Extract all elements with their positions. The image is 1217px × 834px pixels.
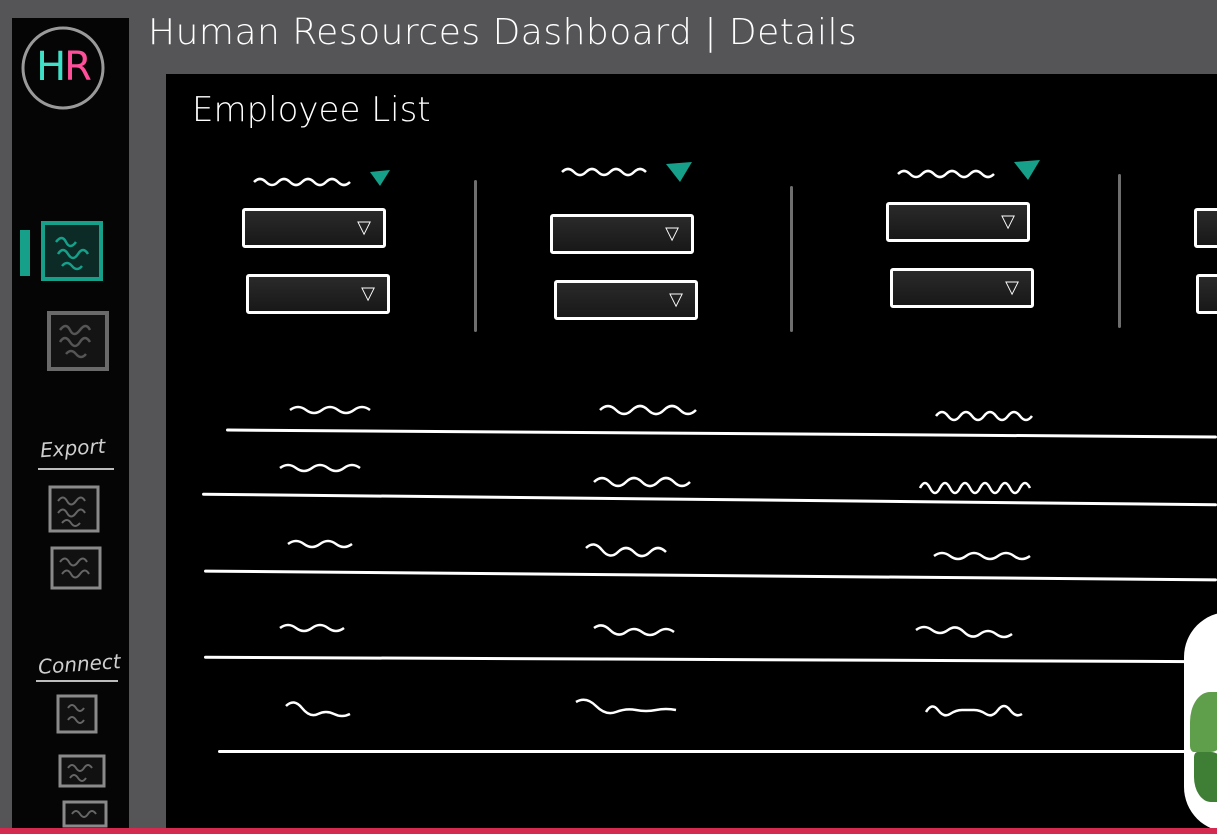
page-title: Human Resources Dashboard | Details <box>148 12 858 53</box>
export-label: Export <box>39 433 107 463</box>
caret-down-icon: ▽ <box>361 283 375 304</box>
nav-item-active[interactable] <box>40 220 104 282</box>
table-cell <box>286 534 362 554</box>
logo: H R <box>18 24 108 110</box>
connect-item-2[interactable] <box>58 754 106 788</box>
presenter-avatar <box>1184 612 1217 832</box>
connect-item-1[interactable] <box>56 694 98 734</box>
bottom-accent-bar <box>0 828 1217 834</box>
table-cell <box>918 474 1036 498</box>
table-row-divider <box>218 750 1217 753</box>
connect-underline <box>36 680 118 682</box>
filter-label-scribble <box>252 166 392 190</box>
accent-triangle-icon <box>666 162 692 182</box>
table-row-divider <box>226 428 1217 439</box>
scribble-icon <box>56 694 98 734</box>
logo-letter-h: H <box>36 44 66 90</box>
table-cell <box>284 698 356 720</box>
export-underline <box>38 468 114 470</box>
column-divider <box>1118 174 1121 328</box>
table-row-divider <box>202 492 1217 507</box>
filter-dropdown[interactable] <box>1196 274 1217 314</box>
filter-label-scribble <box>560 160 700 184</box>
caret-down-icon: ▽ <box>1005 277 1019 298</box>
caret-down-icon: ▽ <box>669 289 683 310</box>
scribble-icon <box>62 800 108 828</box>
filter-label-scribble <box>896 158 1046 182</box>
table-cell <box>278 458 370 478</box>
filter-dropdown[interactable]: ▽ <box>550 214 694 254</box>
table-row-divider <box>204 569 1217 582</box>
caret-down-icon: ▽ <box>357 217 371 238</box>
scribble-icon <box>47 311 109 371</box>
export-item-1[interactable] <box>48 485 100 533</box>
table-cell <box>914 620 1018 642</box>
column-divider <box>474 180 477 332</box>
export-item-2[interactable] <box>50 546 102 590</box>
employee-list-title: Employee List <box>192 90 431 130</box>
table-cell <box>932 546 1036 566</box>
filter-dropdown[interactable] <box>1194 208 1217 248</box>
main-panel: Employee List ▽ ▽ ▽ ▽ ▽ ▽ <box>166 74 1217 834</box>
filter-dropdown[interactable]: ▽ <box>246 274 390 314</box>
filter-dropdown[interactable]: ▽ <box>890 268 1034 308</box>
table-row-divider <box>203 655 1217 664</box>
scribble-icon <box>41 221 103 281</box>
hr-dashboard-page: H R Export Connect Human Resources Dashb… <box>0 0 1217 834</box>
table-cell <box>278 618 358 638</box>
filter-dropdown[interactable]: ▽ <box>242 208 386 248</box>
connect-label: Connect <box>37 649 122 679</box>
active-indicator <box>18 228 32 278</box>
connect-item-3[interactable] <box>62 800 108 828</box>
plant-leaf-icon <box>1190 692 1217 752</box>
table-cell <box>598 400 702 420</box>
table-cell <box>592 620 684 640</box>
sidebar: H R Export Connect <box>12 18 129 834</box>
table-cell <box>592 470 696 490</box>
scribble-icon <box>58 754 106 788</box>
table-cell <box>924 700 1024 722</box>
filter-dropdown[interactable]: ▽ <box>886 202 1030 242</box>
caret-down-icon: ▽ <box>1001 211 1015 232</box>
nav-item[interactable] <box>46 310 110 372</box>
accent-triangle-icon <box>370 170 390 186</box>
column-divider <box>790 186 793 332</box>
accent-triangle-icon <box>1014 160 1040 180</box>
plant-leaf-icon <box>1194 752 1217 802</box>
scribble-icon <box>50 546 102 590</box>
table-cell <box>934 406 1042 426</box>
caret-down-icon: ▽ <box>665 223 679 244</box>
table-cell <box>584 540 672 562</box>
table-cell <box>288 400 372 420</box>
filter-dropdown[interactable]: ▽ <box>554 280 698 320</box>
scribble-icon <box>48 485 100 533</box>
table-cell <box>574 696 688 720</box>
logo-letter-r: R <box>64 44 92 90</box>
